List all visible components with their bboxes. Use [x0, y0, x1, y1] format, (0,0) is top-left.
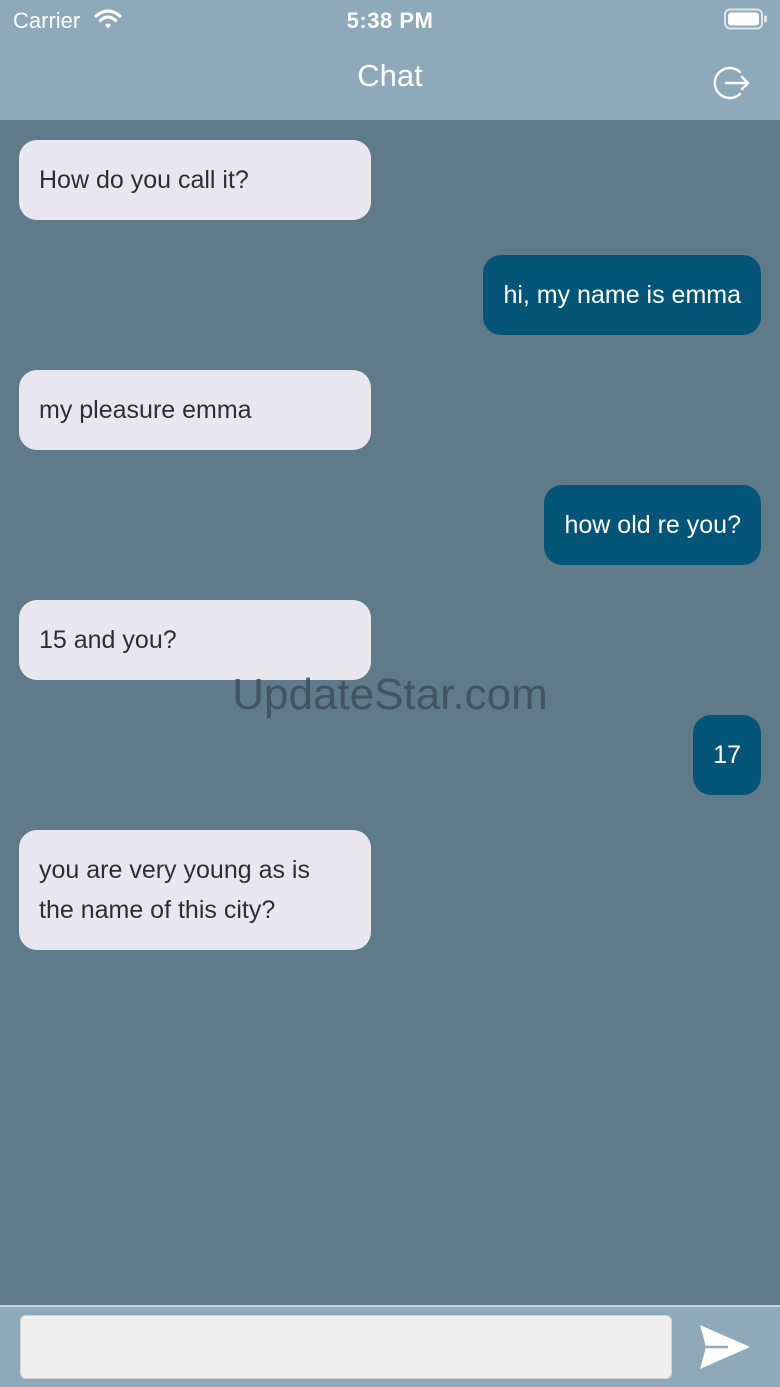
message-text: my pleasure emma	[39, 396, 252, 424]
outgoing-message: 17	[693, 715, 761, 795]
outgoing-message: how old re you?	[544, 485, 761, 565]
incoming-message: you are very young as is the name of thi…	[19, 830, 371, 950]
incoming-message: How do you call it?	[19, 140, 371, 220]
message-text: hi, my name is emma	[503, 281, 741, 309]
send-icon	[700, 1325, 750, 1369]
logout-button[interactable]	[712, 63, 752, 103]
top-bar: Carrier 5:38 PM Chat	[0, 0, 780, 120]
message-text: 17	[713, 741, 741, 769]
message-text: How do you call it?	[39, 166, 249, 194]
outgoing-message: hi, my name is emma	[483, 255, 761, 335]
incoming-message: 15 and you?	[19, 600, 371, 680]
watermark: UpdateStar.com	[232, 670, 548, 719]
page-title: Chat	[357, 58, 423, 93]
incoming-message: my pleasure emma	[19, 370, 371, 450]
message-text: you are very young as is the name of thi…	[39, 856, 310, 924]
status-time: 5:38 PM	[346, 8, 434, 33]
send-button[interactable]	[698, 1323, 752, 1371]
message-text: how old re you?	[564, 511, 741, 539]
battery-full-icon	[724, 8, 768, 30]
composer-bar	[0, 1305, 780, 1387]
message-text: 15 and you?	[39, 626, 177, 654]
status-bar: Carrier 5:38 PM	[0, 0, 780, 40]
message-input[interactable]	[20, 1315, 672, 1379]
logout-icon	[713, 66, 750, 100]
